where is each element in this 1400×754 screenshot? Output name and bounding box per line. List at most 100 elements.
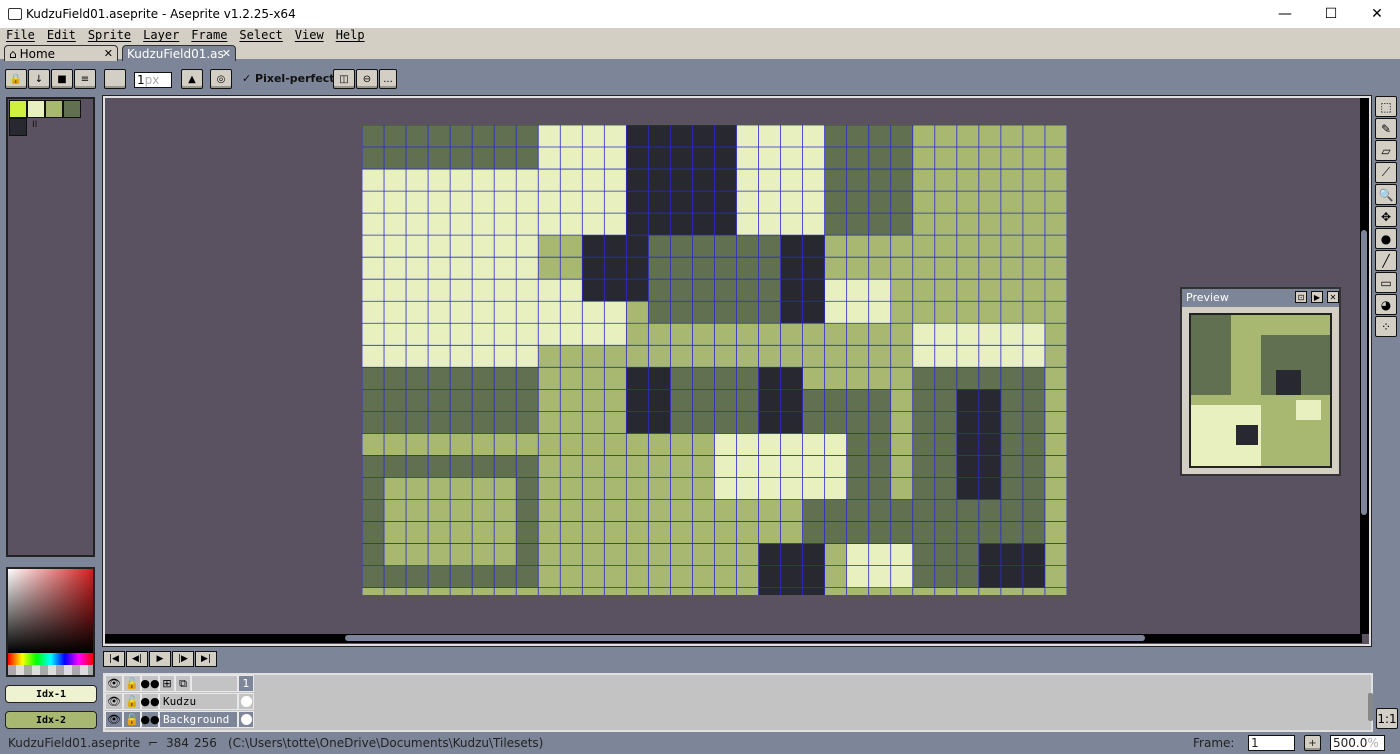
preview-window: Preview ⊡ ▶ ✕: [1180, 287, 1341, 476]
preview-block: [1276, 370, 1301, 395]
layer-kudzu[interactable]: Kudzu: [159, 693, 238, 710]
timeline-scrollbar[interactable]: [1368, 693, 1373, 721]
menu-lines-icon[interactable]: ≡: [74, 69, 96, 89]
foreground-color-button[interactable]: Idx-1: [5, 685, 97, 703]
brush-shape-button[interactable]: [104, 69, 126, 89]
sprite-canvas[interactable]: [362, 125, 1067, 595]
layer-visibility-icon[interactable]: 👁: [105, 711, 123, 728]
eyedropper-icon[interactable]: ⟋: [1375, 162, 1397, 183]
lock-icon[interactable]: 🔒: [5, 69, 27, 89]
palette-swatch-1[interactable]: [27, 100, 45, 118]
status-width: 384: [166, 736, 189, 750]
close-tab-icon[interactable]: ✕: [222, 47, 231, 60]
palette-panel: II: [6, 97, 95, 557]
zoom-icon[interactable]: 🔍: [1375, 184, 1397, 205]
maximize-button[interactable]: ☐: [1308, 0, 1354, 28]
preview-image: [1189, 313, 1332, 468]
alpha-slider[interactable]: [8, 665, 93, 675]
title-bar: KudzuField01.aseprite - Aseprite v1.2.25…: [0, 0, 1400, 28]
frame-1-header[interactable]: 1: [238, 675, 254, 692]
tab-bar: ⌂ Home ✕ KudzuField01.as ✕: [0, 44, 1400, 61]
previous-frame-icon[interactable]: ◀|: [126, 651, 148, 667]
aseprite-app-icon: [8, 8, 22, 20]
menu-bar: File Edit Sprite Layer Frame Select View…: [0, 28, 1400, 44]
symmetry-vertical-icon[interactable]: ◫: [333, 69, 355, 89]
next-frame-icon[interactable]: |▶: [172, 651, 194, 667]
more-button[interactable]: ...: [379, 69, 397, 89]
menu-frame[interactable]: Frame: [185, 28, 233, 44]
menu-sprite[interactable]: Sprite: [82, 28, 137, 44]
line-icon[interactable]: ╱: [1375, 250, 1397, 271]
canvas-size-icon: ⌐: [148, 736, 159, 750]
add-frame-button[interactable]: +: [1304, 735, 1321, 751]
color-spectrum[interactable]: [6, 567, 95, 677]
background-color-button[interactable]: Idx-2: [5, 711, 97, 729]
menu-file[interactable]: File: [0, 28, 41, 44]
tab-label: Home: [19, 46, 56, 61]
selected-marker: II: [32, 120, 38, 130]
timeline: 👁 🔓 ●● ⊞ ⧉ 1 👁 🔓 ●● Kudzu 👁 🔓 ●● Backgro…: [103, 673, 1373, 732]
minimize-button[interactable]: —: [1262, 0, 1308, 28]
menu-help[interactable]: Help: [330, 28, 371, 44]
ink-icon[interactable]: ▲: [181, 69, 203, 89]
move-icon[interactable]: ✥: [1375, 206, 1397, 227]
opacity-icon[interactable]: ◎: [210, 69, 232, 89]
zoom-input[interactable]: 500.0%: [1330, 735, 1385, 751]
onion-skin-icon[interactable]: ⧉: [175, 675, 191, 692]
preview-title: Preview: [1186, 291, 1229, 304]
close-tab-icon[interactable]: ✕: [104, 47, 113, 60]
tab-home[interactable]: ⌂ Home ✕: [4, 45, 118, 61]
hue-slider[interactable]: [8, 653, 93, 665]
play-animation-icon[interactable]: ▶: [149, 651, 171, 667]
paint-bucket-icon[interactable]: ●: [1375, 228, 1397, 249]
layer-lock-icon[interactable]: 🔓: [123, 693, 141, 710]
close-icon[interactable]: ✕: [1327, 291, 1339, 303]
context-toolbar: 🔒 ↓ ■ ≡ 1px ▲ ◎ ✓ Pixel-perfect ◫ ⊖ ...: [0, 63, 1400, 93]
eraser-icon[interactable]: ▱: [1375, 140, 1397, 161]
palette-swatch-3[interactable]: [63, 100, 81, 118]
layer-continuous-icon[interactable]: ●●: [140, 711, 160, 728]
layer-visibility-icon[interactable]: 👁: [105, 693, 123, 710]
layer-lock-icon[interactable]: 🔓: [123, 711, 141, 728]
layer-continuous-icon[interactable]: ●●: [140, 693, 160, 710]
palette-swatch-0[interactable]: [9, 100, 27, 118]
menu-edit[interactable]: Edit: [41, 28, 82, 44]
status-filename: KudzuField01.aseprite: [8, 736, 141, 750]
layer-tree-icon[interactable]: ⊞: [159, 675, 175, 692]
square-icon[interactable]: ■: [51, 69, 73, 89]
play-icon[interactable]: ▶: [1311, 291, 1323, 303]
layer-background[interactable]: Background: [159, 711, 238, 728]
horizontal-scrollbar[interactable]: [105, 634, 1362, 643]
continuous-icon[interactable]: ●●: [140, 675, 160, 692]
vertical-scrollbar[interactable]: [1360, 98, 1369, 634]
blob-icon[interactable]: ◕: [1375, 294, 1397, 315]
cel-background-frame-1[interactable]: [238, 711, 254, 728]
home-icon: ⌂: [9, 46, 17, 61]
pixel-perfect-label: Pixel-perfect: [255, 72, 335, 85]
menu-select[interactable]: Select: [233, 28, 288, 44]
spray-icon[interactable]: ⁘: [1375, 316, 1397, 337]
frame-input[interactable]: 1: [1248, 735, 1295, 751]
eye-icon[interactable]: 👁: [105, 675, 123, 692]
rectangle-icon[interactable]: ▭: [1375, 272, 1397, 293]
menu-view[interactable]: View: [289, 28, 330, 44]
close-window-button[interactable]: ✕: [1354, 0, 1400, 28]
center-icon[interactable]: ⊡: [1295, 291, 1307, 303]
arrow-down-icon[interactable]: ↓: [28, 69, 50, 89]
zoom-1-1-button[interactable]: 1:1: [1376, 708, 1398, 729]
padlock-icon[interactable]: 🔓: [123, 675, 141, 692]
pencil-icon[interactable]: ✎: [1375, 118, 1397, 139]
menu-layer[interactable]: Layer: [137, 28, 185, 44]
cel-kudzu-frame-1[interactable]: [238, 693, 254, 710]
last-frame-icon[interactable]: ▶|: [195, 651, 217, 667]
symmetry-horizontal-icon[interactable]: ⊖: [356, 69, 378, 89]
first-frame-icon[interactable]: |◀: [103, 651, 125, 667]
tab-kudzufield01[interactable]: KudzuField01.as ✕: [122, 45, 236, 61]
brush-size-input[interactable]: 1px: [134, 72, 172, 88]
pixel-perfect-checkbox[interactable]: ✓ Pixel-perfect: [242, 72, 335, 85]
frame-label: Frame:: [1193, 736, 1235, 750]
rectangular-marquee-icon[interactable]: ⬚: [1375, 96, 1397, 117]
header-spacer: [191, 675, 238, 692]
palette-swatch-2[interactable]: [45, 100, 63, 118]
palette-swatch-4[interactable]: [9, 118, 27, 136]
